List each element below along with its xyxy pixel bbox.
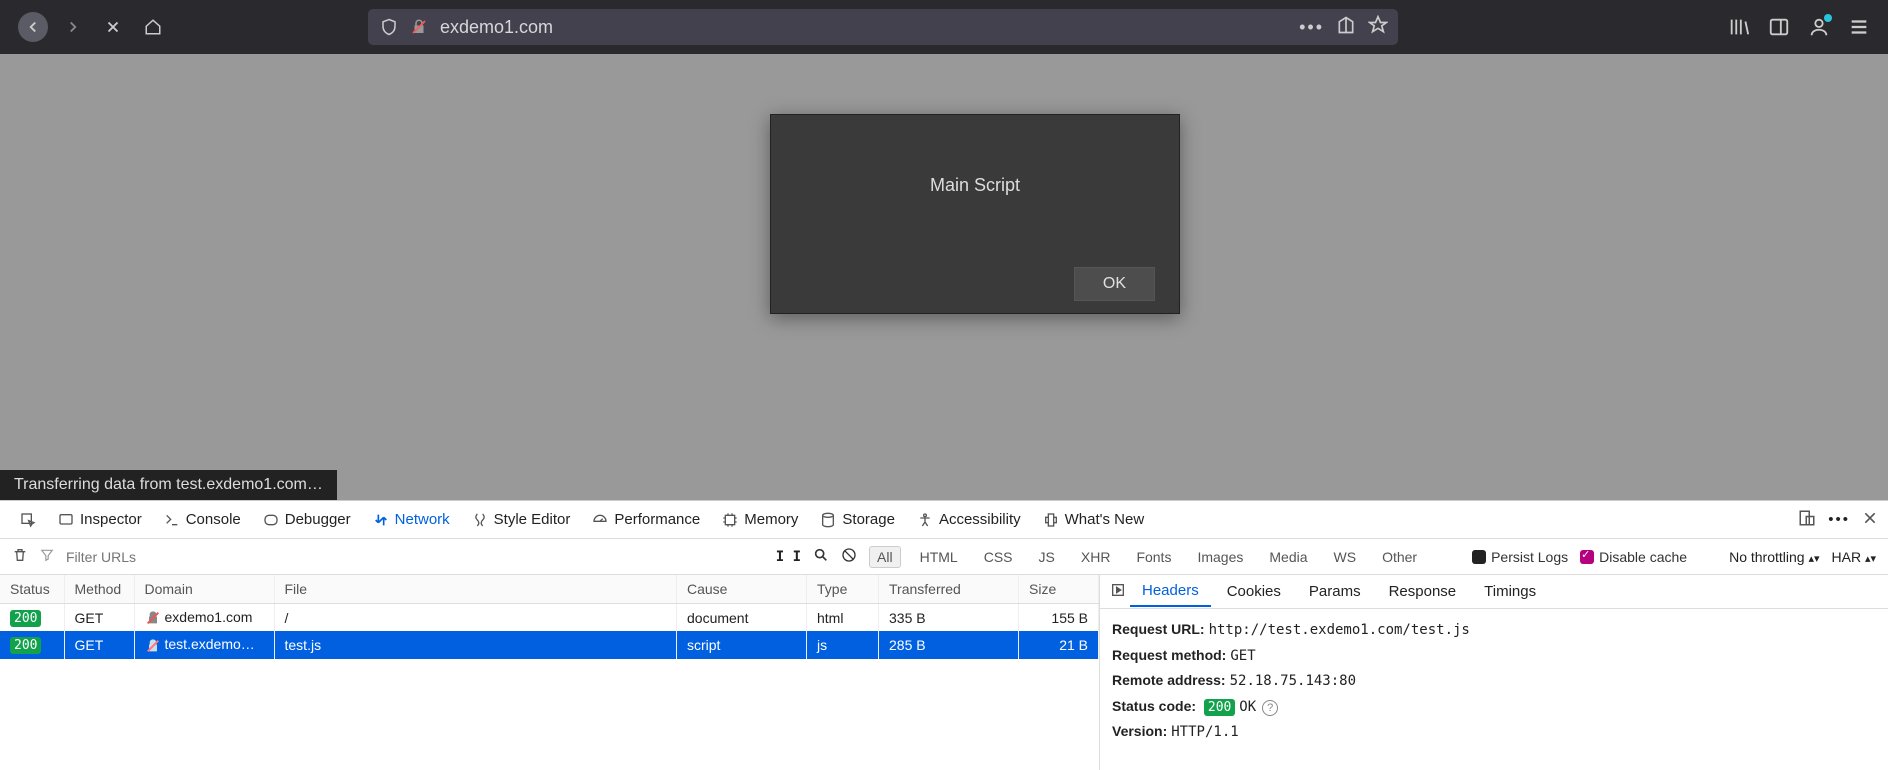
forward-button[interactable] [58,12,88,42]
network-toolbar: I I All HTML CSS JS XHR Fonts Images Med… [0,539,1888,575]
col-type[interactable]: Type [807,575,879,604]
version-label: Version: [1112,723,1167,739]
page-actions-icon[interactable]: ••• [1299,17,1324,38]
block-icon[interactable] [841,547,857,566]
reader-mode-icon[interactable] [1336,15,1356,40]
detail-tab-timings[interactable]: Timings [1472,577,1548,606]
col-method[interactable]: Method [64,575,134,604]
detail-tab-params[interactable]: Params [1297,577,1373,606]
alert-dialog: Main Script OK [770,114,1180,314]
status-badge: 200 [1204,699,1235,716]
remote-address-label: Remote address: [1112,672,1226,688]
home-button[interactable] [138,12,168,42]
status-text-value: OK [1239,699,1256,715]
detail-tab-headers[interactable]: Headers [1130,576,1211,607]
disable-cache-checkbox[interactable]: Disable cache [1580,549,1687,565]
persist-logs-checkbox[interactable]: Persist Logs [1472,549,1568,565]
har-menu[interactable]: HAR ▴▾ [1832,549,1877,565]
tab-inspector[interactable]: Inspector [48,501,152,538]
bookmark-star-icon[interactable] [1368,15,1388,40]
filter-fonts[interactable]: Fonts [1129,547,1178,567]
table-row[interactable]: 200 GET test.exdemo… test.js script js 2… [0,631,1099,658]
insecure-lock-icon [410,18,428,36]
tab-accessibility[interactable]: Accessibility [907,501,1031,538]
tab-performance[interactable]: Performance [582,501,710,538]
filter-other[interactable]: Other [1375,547,1424,567]
help-icon[interactable]: ? [1262,700,1278,716]
library-icon[interactable] [1728,16,1750,38]
request-url-value: http://test.exdemo1.com/test.js [1209,622,1470,638]
col-status[interactable]: Status [0,575,64,604]
alert-ok-button[interactable]: OK [1074,267,1155,301]
filter-media[interactable]: Media [1262,547,1314,567]
shield-icon [380,18,398,36]
network-request-table: Status Method Domain File Cause Type Tra… [0,575,1100,770]
page-viewport: Main Script OK Transferring data from te… [0,54,1888,500]
profile-icon[interactable] [1808,16,1830,38]
status-badge: 200 [10,610,41,627]
devtools-close-icon[interactable] [1862,510,1878,530]
request-details-panel: Headers Cookies Params Response Timings … [1100,575,1888,770]
filter-all[interactable]: All [869,546,901,568]
col-file[interactable]: File [274,575,677,604]
back-button[interactable] [18,12,48,42]
status-bar: Transferring data from test.exdemo1.com… [0,470,337,500]
menu-icon[interactable] [1848,16,1870,38]
tab-whats-new[interactable]: What's New [1033,501,1155,538]
filter-images[interactable]: Images [1190,547,1250,567]
filter-funnel-icon[interactable] [40,548,54,565]
pick-element-icon[interactable] [10,501,46,538]
alert-message: Main Script [771,115,1179,255]
clear-icon[interactable] [12,547,28,566]
filter-css[interactable]: CSS [977,547,1020,567]
col-cause[interactable]: Cause [677,575,807,604]
tab-network[interactable]: Network [363,501,460,538]
browser-chrome: exdemo1.com ••• [0,0,1888,54]
filter-js[interactable]: JS [1032,547,1062,567]
url-bar[interactable]: exdemo1.com ••• [368,9,1398,45]
url-text: exdemo1.com [440,17,553,38]
filter-html[interactable]: HTML [913,547,965,567]
details-toggle-icon[interactable] [1110,582,1126,602]
tab-style-editor[interactable]: Style Editor [462,501,581,538]
stop-button[interactable] [98,12,128,42]
col-domain[interactable]: Domain [134,575,274,604]
throttling-select[interactable]: No throttling ▴▾ [1729,549,1819,565]
status-code-label: Status code: [1112,698,1196,714]
pause-icon[interactable]: I I [776,549,801,565]
table-row[interactable]: 200 GET exdemo1.com / document html 335 … [0,604,1099,632]
tab-debugger[interactable]: Debugger [253,501,361,538]
filter-xhr[interactable]: XHR [1074,547,1118,567]
tab-storage[interactable]: Storage [810,501,905,538]
request-method-value: GET [1230,648,1255,664]
remote-address-value: 52.18.75.143:80 [1230,673,1356,689]
request-url-label: Request URL: [1112,621,1205,637]
insecure-lock-icon [145,610,161,626]
filter-urls-input[interactable] [66,549,316,565]
sidebar-icon[interactable] [1768,16,1790,38]
filter-ws[interactable]: WS [1327,547,1364,567]
status-badge: 200 [10,637,41,654]
tab-console[interactable]: Console [154,501,251,538]
devtools-tabs: Inspector Console Debugger Network Style… [0,501,1888,539]
tab-memory[interactable]: Memory [712,501,808,538]
detail-tab-cookies[interactable]: Cookies [1215,577,1293,606]
devtools-more-icon[interactable]: ••• [1828,511,1850,528]
devtools-panel: Inspector Console Debugger Network Style… [0,500,1888,770]
col-transferred[interactable]: Transferred [879,575,1019,604]
insecure-lock-icon [145,638,161,654]
version-value: HTTP/1.1 [1171,724,1238,740]
responsive-mode-icon[interactable] [1798,509,1816,531]
col-size[interactable]: Size [1019,575,1099,604]
request-method-label: Request method: [1112,647,1226,663]
search-icon[interactable] [813,547,829,566]
detail-tab-response[interactable]: Response [1377,577,1469,606]
